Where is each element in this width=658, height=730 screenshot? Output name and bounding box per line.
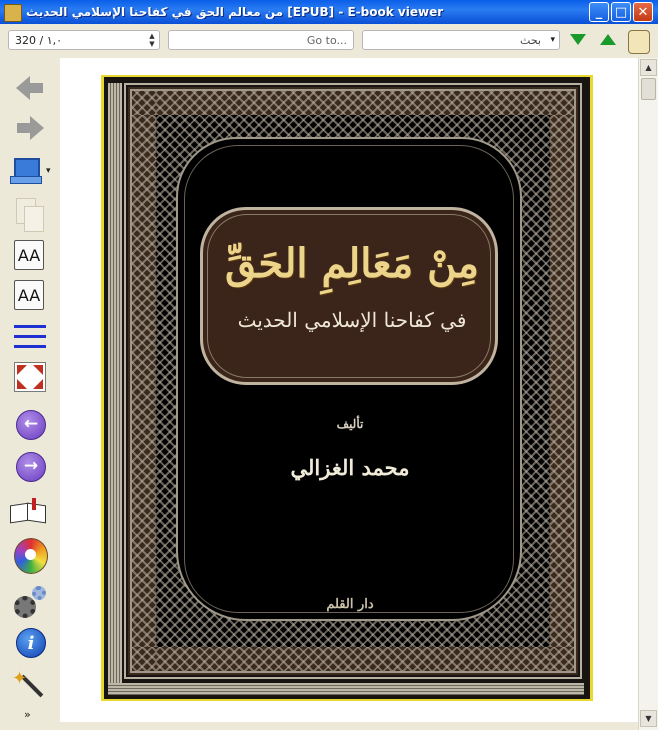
- bookmarks-icon[interactable]: [10, 498, 46, 524]
- toolbar: 320 / ١,٠ ▲ ▼ Go to... بحث ▾: [0, 24, 658, 59]
- font-size-smaller-button[interactable]: AA: [14, 280, 44, 310]
- magic-wand-icon[interactable]: ✦: [12, 670, 46, 702]
- cover-title: مِنْ مَعَالِمِ الحَقِّ: [225, 240, 479, 287]
- chevron-down-icon[interactable]: ▾: [550, 35, 555, 45]
- page-position-value: 320 / ١,٠: [15, 34, 63, 47]
- close-button[interactable]: ✕: [633, 2, 653, 22]
- search-value: بحث: [520, 34, 541, 47]
- goto-placeholder: Go to...: [306, 34, 347, 47]
- cover-author: محمد الغزالي: [290, 455, 410, 480]
- book-cover-image: مِنْ مَعَالِمِ الحَقِّ في كفاحنا الإسلام…: [101, 75, 593, 701]
- cover-book-body: مِنْ مَعَالِمِ الحَقِّ في كفاحنا الإسلام…: [104, 77, 590, 699]
- app-icon: [4, 4, 22, 22]
- cover-bottom-edges: [108, 683, 584, 695]
- font-size-larger-button[interactable]: AA: [14, 240, 44, 270]
- reference-mode-scroll-icon[interactable]: [628, 30, 650, 54]
- find-previous-icon[interactable]: [600, 34, 616, 45]
- scroll-up-button[interactable]: ▲: [640, 59, 657, 76]
- search-combobox[interactable]: بحث ▾: [362, 30, 560, 50]
- vertical-scrollbar[interactable]: ▲ ▼: [638, 58, 658, 730]
- scroll-down-button[interactable]: ▼: [640, 710, 657, 727]
- page-position-spinbox[interactable]: 320 / ١,٠ ▲ ▼: [8, 30, 160, 50]
- scroll-thumb[interactable]: [641, 78, 656, 100]
- toggle-toc-icon[interactable]: ▾: [10, 154, 51, 190]
- maximize-button[interactable]: □: [611, 2, 631, 22]
- cover-publisher-mark: دار القلم: [326, 597, 374, 612]
- fullscreen-icon[interactable]: [14, 362, 46, 392]
- copy-icon[interactable]: [12, 196, 48, 232]
- back-arrow-icon[interactable]: [14, 70, 50, 106]
- sidebar-toolbar: ▾ AA AA ← → i ✦ »: [0, 58, 60, 730]
- more-actions-icon[interactable]: »: [24, 708, 31, 721]
- window-title: من معالم الحق في كفاحنا الإسلامي الحديث …: [26, 5, 444, 19]
- next-page-button[interactable]: →: [16, 452, 46, 482]
- spin-arrows-icon[interactable]: ▲ ▼: [147, 32, 157, 48]
- cover-author-label: تأليف: [336, 417, 364, 431]
- cover-title-box: مِنْ مَعَالِمِ الحَقِّ في كفاحنا الإسلام…: [200, 207, 498, 385]
- chevron-down-icon[interactable]: ▾: [46, 166, 51, 176]
- preferences-gear-icon[interactable]: [14, 586, 46, 620]
- themes-palette-icon[interactable]: [14, 538, 48, 574]
- window-titlebar[interactable]: من معالم الحق في كفاحنا الإسلامي الحديث …: [0, 0, 658, 24]
- previous-page-button[interactable]: ←: [16, 410, 46, 440]
- find-next-icon[interactable]: [570, 34, 586, 45]
- metadata-info-button[interactable]: i: [16, 628, 46, 658]
- table-of-contents-icon[interactable]: [14, 322, 46, 352]
- cover-subtitle: في كفاحنا الإسلامي الحديث: [237, 308, 467, 332]
- forward-arrow-icon[interactable]: [14, 110, 50, 146]
- goto-input[interactable]: Go to...: [168, 30, 354, 50]
- minimize-button[interactable]: _: [589, 2, 609, 22]
